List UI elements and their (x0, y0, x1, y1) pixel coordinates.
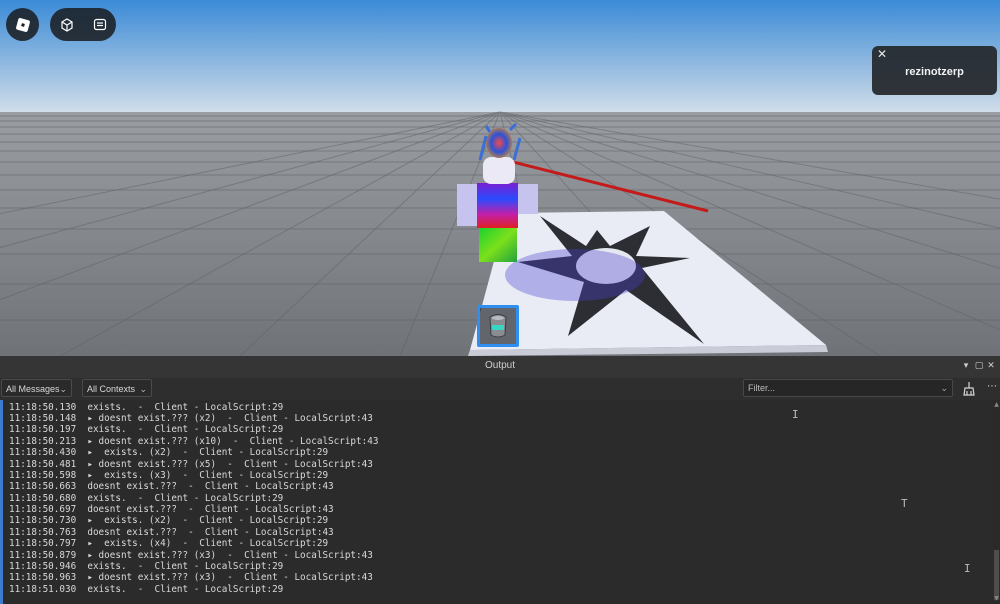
chevron-down-icon: ⌄ (940, 383, 948, 393)
roblox-menu-button[interactable] (6, 8, 39, 41)
output-titlebar: Output ▾ ▢ ✕ (0, 356, 1000, 379)
log-line[interactable]: 11:18:50.680 exists. - Client - LocalScr… (9, 493, 283, 504)
notification-username: rezinotzerp (905, 66, 964, 78)
log-line[interactable]: 11:18:50.730 ▸ exists. (x2) - Client - L… (9, 515, 328, 526)
more-options-icon[interactable]: ⋯ (987, 381, 997, 392)
scroll-up-icon[interactable]: ▲ (993, 401, 1000, 409)
text-cursor-icon: T (901, 497, 908, 510)
clear-output-icon[interactable] (962, 381, 976, 397)
log-line[interactable]: 11:18:50.963 ▸ doesnt exist.??? (x3) - C… (9, 572, 373, 583)
scroll-down-icon[interactable]: ▼ (993, 595, 1000, 603)
log-line[interactable]: 11:18:50.481 ▸ doesnt exist.??? (x5) - C… (9, 459, 373, 470)
message-filter-dropdown[interactable]: All Messages ⌄ (1, 379, 72, 397)
log-line[interactable]: 11:18:50.598 ▸ exists. (x3) - Client - L… (9, 470, 328, 481)
log-line[interactable]: 11:18:51.030 exists. - Client - LocalScr… (9, 584, 283, 595)
log-line[interactable]: 11:18:50.213 ▸ doesnt exist.??? (x10) - … (9, 436, 378, 447)
roblox-logo-icon (13, 15, 33, 35)
chat-icon[interactable] (90, 15, 110, 35)
hud-toolbar (50, 8, 116, 41)
filter-placeholder: Filter... (748, 383, 776, 393)
filter-input[interactable]: Filter... ⌄ (743, 379, 953, 397)
tool-item-icon (489, 314, 507, 338)
log-line[interactable]: 11:18:50.763 doesnt exist.??? - Client -… (9, 527, 334, 538)
chevron-down-icon: ⌄ (59, 384, 67, 394)
text-cursor-icon: I (964, 562, 971, 575)
close-icon[interactable]: ✕ (877, 48, 889, 60)
chevron-down-icon: ⌄ (139, 384, 147, 394)
game-viewport[interactable]: ✕ rezinotzerp (0, 0, 1000, 356)
context-filter-dropdown[interactable]: All Contexts ⌄ (82, 379, 152, 397)
log-line[interactable]: 11:18:50.430 ▸ exists. (x2) - Client - L… (9, 447, 328, 458)
player-notification: ✕ rezinotzerp (872, 46, 997, 95)
scene-render (0, 0, 1000, 356)
selfview-cube-icon[interactable] (57, 15, 77, 35)
output-scrollbar[interactable]: ▲ ▼ (993, 400, 1000, 604)
log-line[interactable]: 11:18:50.663 doesnt exist.??? - Client -… (9, 481, 334, 492)
context-filter-label: All Contexts (87, 384, 136, 394)
output-panel: Output ▾ ▢ ✕ All Messages ⌄ All Contexts… (0, 356, 1000, 604)
close-icon[interactable]: ✕ (986, 361, 996, 371)
log-gutter (0, 400, 3, 604)
output-toolbar: All Messages ⌄ All Contexts ⌄ Filter... … (0, 378, 1000, 400)
log-line[interactable]: 11:18:50.797 ▸ exists. (x4) - Client - L… (9, 538, 328, 549)
output-log[interactable]: 11:18:50.130 exists. - Client - LocalScr… (0, 400, 993, 604)
log-line[interactable]: 11:18:50.946 exists. - Client - LocalScr… (9, 561, 283, 572)
log-line[interactable]: 11:18:50.148 ▸ doesnt exist.??? (x2) - C… (9, 413, 373, 424)
log-line[interactable]: 11:18:50.197 exists. - Client - LocalScr… (9, 424, 283, 435)
text-cursor-icon: I (792, 408, 799, 421)
hotbar-slot-selected[interactable] (477, 305, 519, 347)
output-title: Output (484, 360, 516, 371)
log-line[interactable]: 11:18:50.697 doesnt exist.??? - Client -… (9, 504, 334, 515)
log-line[interactable]: 11:18:50.879 ▸ doesnt exist.??? (x3) - C… (9, 550, 373, 561)
log-line[interactable]: 11:18:50.130 exists. - Client - LocalScr… (9, 402, 283, 413)
scrollbar-thumb[interactable] (994, 550, 999, 600)
float-window-icon[interactable]: ▢ (974, 361, 984, 371)
chevron-down-icon[interactable]: ▾ (961, 361, 971, 371)
message-filter-label: All Messages (6, 384, 60, 394)
